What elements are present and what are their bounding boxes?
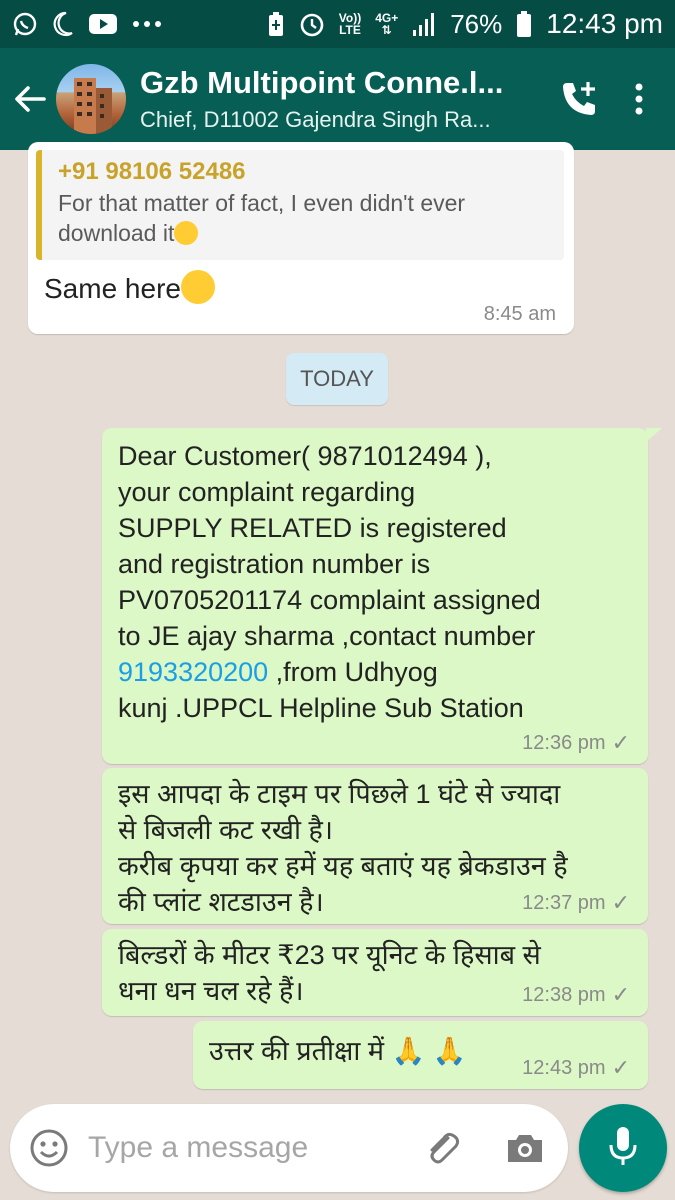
emoji-icon[interactable] xyxy=(10,1128,88,1168)
message-text-content: Same here xyxy=(44,273,181,304)
phone-number-link[interactable]: 9193320200 xyxy=(118,657,268,687)
sent-check-icon: ✓ xyxy=(611,890,630,915)
message-text-content: उत्तर की प्रतीक्षा में xyxy=(209,1036,384,1066)
sent-check-icon: ✓ xyxy=(611,730,630,755)
message-time: 12:37 pm xyxy=(522,891,606,914)
message-line: to JE ajay sharma ,contact number xyxy=(118,621,536,651)
message-line: करीब कृपया कर हमें यह बताएं यह ब्रेकडाउन… xyxy=(118,851,568,881)
message-meta: 12:43 pm ✓ xyxy=(522,1055,630,1081)
quoted-author: +91 98106 52486 xyxy=(58,158,246,185)
sent-check-icon: ✓ xyxy=(611,982,630,1007)
clock: 12:43 pm xyxy=(546,8,663,39)
attach-icon[interactable] xyxy=(422,1128,462,1173)
message-meta: 12:37 pm ✓ xyxy=(522,890,630,916)
message-bubble-outgoing[interactable]: उत्तर की प्रतीक्षा में 🙏 🙏 12:43 pm ✓ xyxy=(193,1021,648,1089)
moon-icon xyxy=(52,11,74,37)
status-bar: Vo)) LTE 4G+ ⇅ 76% 12:43 pm xyxy=(0,0,675,48)
message-line: kunj .UPPCL Helpline Sub Station xyxy=(118,693,524,723)
smiling-emoji-icon xyxy=(180,270,215,304)
date-divider: TODAY xyxy=(286,353,388,405)
chat-participants: Chief, D11002 Gajendra Singh Ra... xyxy=(140,107,491,132)
message-line: 9193320200 ,from Udhyog xyxy=(118,654,634,690)
chat-title-block[interactable]: Gzb Multipoint Conne.l... Chief, D11002 … xyxy=(140,65,549,133)
message-text: Same here xyxy=(36,260,566,307)
alarm-icon xyxy=(299,11,325,37)
add-call-icon[interactable] xyxy=(549,48,609,150)
chat-header: Gzb Multipoint Conne.l... Chief, D11002 … xyxy=(0,48,675,150)
volte-indicator: Vo)) LTE xyxy=(339,12,361,36)
message-time: 12:38 pm xyxy=(522,983,606,1006)
volte-bottom-label: LTE xyxy=(339,23,361,37)
whatsapp-icon xyxy=(12,11,38,37)
quoted-message[interactable]: +91 98106 52486 For that matter of fact,… xyxy=(36,150,564,260)
chat-title: Gzb Multipoint Conne.l... xyxy=(140,65,504,100)
message-line: your complaint regarding xyxy=(118,477,416,507)
message-bubble-outgoing[interactable]: इस आपदा के टाइम पर पिछले 1 घंटे से ज्याद… xyxy=(102,768,648,924)
group-avatar[interactable] xyxy=(56,64,126,134)
composer-bar xyxy=(0,1100,675,1200)
message-bubble-outgoing[interactable]: बिल्डरों के मीटर ₹23 पर यूनिट के हिसाब स… xyxy=(102,929,648,1016)
message-meta: 12:38 pm ✓ xyxy=(522,982,630,1008)
message-list[interactable]: +91 98106 52486 For that matter of fact,… xyxy=(0,142,675,1100)
youtube-icon xyxy=(88,13,118,35)
message-meta: 8:45 am xyxy=(484,303,556,326)
battery-percent: 76% xyxy=(450,8,503,39)
message-line: PV0705201174 complaint assigned xyxy=(118,585,541,615)
message-line: SUPPLY RELATED is registered xyxy=(118,513,507,543)
camera-icon[interactable] xyxy=(504,1128,546,1173)
message-text: Dear Customer( 9871012494 ), your compla… xyxy=(118,438,634,726)
signal-icon xyxy=(412,11,436,37)
voice-record-button[interactable] xyxy=(579,1104,667,1192)
mic-icon xyxy=(608,1124,638,1173)
message-time: 8:45 am xyxy=(483,303,556,325)
smiling-emoji-icon xyxy=(174,221,199,245)
message-line: Dear Customer( 9871012494 ), xyxy=(118,441,492,471)
message-time: 12:43 pm xyxy=(522,1056,606,1079)
sent-check-icon: ✓ xyxy=(611,1055,630,1080)
message-bubble-incoming[interactable]: +91 98106 52486 For that matter of fact,… xyxy=(28,142,574,334)
quoted-text-content: For that matter of fact, I even didn't e… xyxy=(58,190,466,246)
more-notifications-icon xyxy=(132,20,162,28)
message-bubble-outgoing[interactable]: Dear Customer( 9871012494 ), your compla… xyxy=(102,428,648,764)
message-line: बिल्डरों के मीटर ₹23 पर यूनिट के हिसाब स… xyxy=(118,940,541,970)
message-line: and registration number is xyxy=(118,549,431,579)
back-arrow-icon[interactable] xyxy=(4,48,56,150)
quoted-text: For that matter of fact, I even didn't e… xyxy=(58,188,552,248)
data-arrows-icon: ⇅ xyxy=(381,23,392,37)
network-indicator: 4G+ ⇅ xyxy=(375,12,398,36)
status-bar-left xyxy=(12,11,162,37)
message-line: से बिजली कट रखी है। xyxy=(118,815,334,845)
overflow-menu-icon[interactable] xyxy=(609,48,669,150)
battery-icon xyxy=(516,10,532,38)
message-line: इस आपदा के टाइम पर पिछले 1 घंटे से ज्याद… xyxy=(118,779,561,809)
message-input[interactable] xyxy=(88,1131,408,1165)
status-bar-right: Vo)) LTE 4G+ ⇅ 76% 12:43 pm xyxy=(267,8,663,40)
bubble-tail-icon xyxy=(646,428,662,442)
battery-saver-icon xyxy=(267,11,285,37)
message-line-rest: ,from Udhyog xyxy=(268,657,438,687)
folded-hands-emoji-icon: 🙏 🙏 xyxy=(391,1036,467,1066)
message-composer xyxy=(10,1104,568,1192)
message-time: 12:36 pm xyxy=(522,731,606,754)
message-meta: 12:36 pm ✓ xyxy=(522,730,630,756)
